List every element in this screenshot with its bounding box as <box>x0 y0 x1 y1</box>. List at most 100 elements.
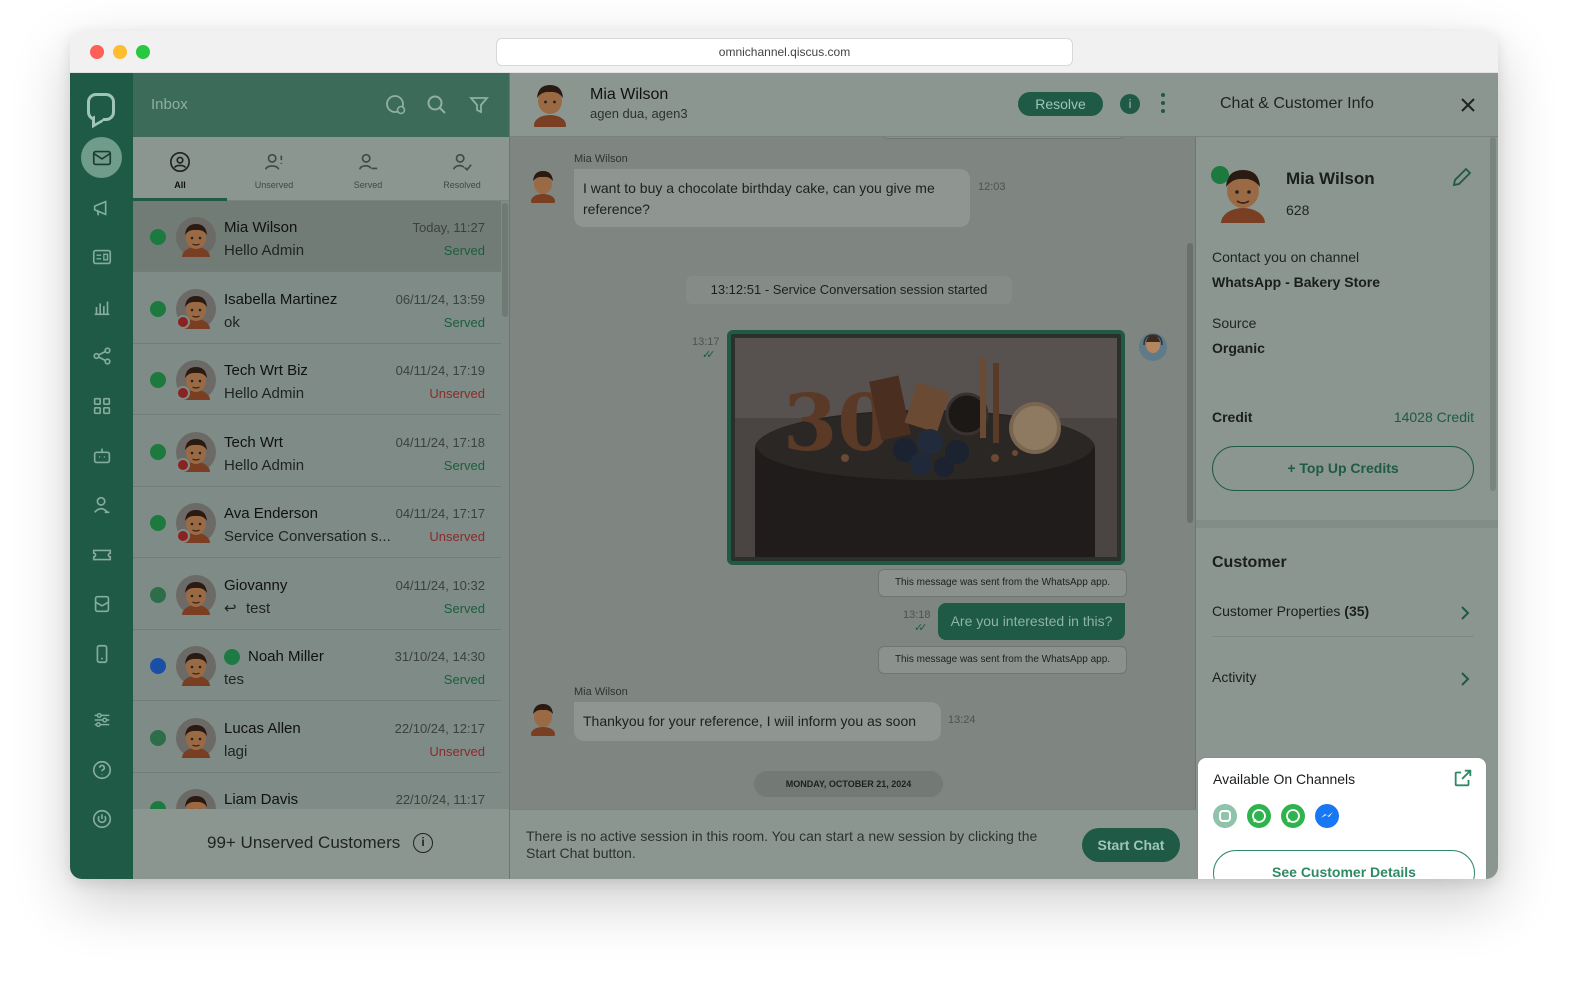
inbox-scrollbar[interactable] <box>502 203 508 317</box>
tab-served[interactable]: Served <box>321 137 415 201</box>
start-chat-button[interactable]: Start Chat <box>1082 828 1180 862</box>
edit-icon[interactable] <box>1450 165 1474 189</box>
conversation-item[interactable]: Tech Wrt Hello Admin 04/11/24, 17:18 Served <box>133 416 501 487</box>
conversation-last-message: Hello Admin <box>224 456 305 474</box>
maximize-window-button[interactable] <box>136 45 150 59</box>
customer-name: Mia Wilson <box>1286 169 1375 188</box>
customer-properties-label: Customer Properties <box>1212 603 1341 619</box>
conversation-status: Served <box>443 243 485 258</box>
customer-properties-link[interactable]: Customer Properties (35) <box>1212 603 1474 637</box>
conversation-time: 06/11/24, 13:59 <box>395 291 485 307</box>
tab-unserved-label: Unserved <box>254 180 294 190</box>
conversation-avatar <box>176 789 216 809</box>
conversation-item[interactable]: Liam Davis 22/10/24, 11:17 <box>133 773 501 809</box>
whatsapp-app-note: This message was sent from the WhatsApp … <box>878 569 1127 597</box>
analytics-icon[interactable] <box>81 286 122 327</box>
user-check-icon <box>452 153 472 172</box>
conversation-avatar <box>176 646 216 686</box>
conversation-last-message: Hello Admin <box>224 242 305 259</box>
agent-status-icon[interactable] <box>384 93 408 117</box>
conversation-time: 22/10/24, 12:17 <box>394 720 485 736</box>
messenger-channel-icon <box>150 658 166 674</box>
tab-resolved[interactable]: Resolved <box>415 137 509 201</box>
conversation-name: Tech Wrt <box>224 433 283 451</box>
inbox-icon[interactable] <box>81 137 122 178</box>
apps-icon[interactable] <box>81 385 122 426</box>
chocolate-cake-photo: 30 <box>735 338 1117 557</box>
conversation-item[interactable]: Giovanny test ↩ 04/11/24, 10:32 Served <box>133 559 501 630</box>
conversation-name: Mia Wilson <box>224 219 298 236</box>
conversation-item[interactable]: Lucas Allen lagi 22/10/24, 12:17 Unserved <box>133 702 501 773</box>
verified-icon <box>224 649 240 665</box>
read-ticks-icon: ✓✓ <box>702 349 716 361</box>
search-icon[interactable] <box>425 93 449 117</box>
info-scrollbar[interactable] <box>1490 137 1496 491</box>
integration-icon[interactable] <box>81 335 122 376</box>
conversation-time: 31/10/24, 14:30 <box>394 649 485 664</box>
power-icon[interactable] <box>81 798 122 839</box>
conversation-last-message: lagi <box>224 742 248 760</box>
app: Inbox All Unserved Served Resolved Mia W… <box>70 73 1498 879</box>
cake-image[interactable]: 30 <box>727 330 1125 565</box>
conversation-item[interactable]: Tech Wrt Biz Hello Admin 04/11/24, 17:19 Un… <box>133 344 501 415</box>
external-link-icon[interactable] <box>1452 767 1474 789</box>
activity-label: Activity <box>1212 669 1257 685</box>
more-options-icon[interactable] <box>1160 91 1166 117</box>
tab-resolved-label: Resolved <box>443 180 481 190</box>
sender-avatar <box>531 704 555 736</box>
info-icon[interactable]: i <box>413 833 433 853</box>
message-sender: Mia Wilson <box>574 686 628 698</box>
inbox-tabs: All Unserved Served Resolved <box>133 137 509 201</box>
minimize-window-button[interactable] <box>113 45 127 59</box>
conversation-time: 04/11/24, 17:17 <box>395 506 485 521</box>
help-icon[interactable] <box>81 749 122 790</box>
mobile-icon[interactable] <box>81 633 122 674</box>
qiscus-logo-icon[interactable] <box>87 93 115 121</box>
qiscus-channel-icon <box>150 729 166 746</box>
outgoing-message-time: 13:18 <box>903 609 931 621</box>
conversation-last-message: ok <box>224 313 240 331</box>
mail-icon[interactable] <box>81 583 122 624</box>
resolve-button[interactable]: Resolve <box>1018 92 1103 116</box>
inbox-header: Inbox <box>133 73 509 137</box>
agent-channel-icon <box>150 586 166 603</box>
settings-icon[interactable] <box>81 699 122 740</box>
agent-icon[interactable] <box>81 484 122 525</box>
ticket-icon[interactable] <box>81 534 122 575</box>
chevron-right-icon <box>1461 672 1470 686</box>
messenger-icon[interactable] <box>1315 804 1339 828</box>
conversation-time: 04/11/24, 17:19 <box>395 363 485 378</box>
nav-rail <box>70 73 133 879</box>
activity-link[interactable]: Activity <box>1212 669 1474 703</box>
tab-unserved[interactable]: Unserved <box>227 137 321 201</box>
chat-info-icon[interactable]: i <box>1120 94 1140 114</box>
close-window-button[interactable] <box>90 45 104 59</box>
address-bar[interactable]: omnichannel.qiscus.com <box>496 38 1073 66</box>
top-up-credits-button[interactable]: + Top Up Credits <box>1212 446 1474 491</box>
incoming-message: Thankyou for your reference, I wiil info… <box>574 702 941 741</box>
whatsapp-icon[interactable] <box>1281 804 1305 828</box>
conversation-item[interactable]: Ava Enderson Service Conversation s... 04/… <box>133 487 501 558</box>
contacts-icon[interactable] <box>81 236 122 277</box>
tab-all[interactable]: All <box>133 137 227 201</box>
filter-icon[interactable] <box>467 93 491 117</box>
whatsapp-icon[interactable] <box>1247 804 1271 828</box>
conversation-avatar <box>176 217 216 257</box>
sender-avatar <box>531 171 555 203</box>
chat-scrollbar[interactable] <box>1187 243 1193 523</box>
qiscus-icon[interactable] <box>1213 804 1237 828</box>
conversation-item[interactable]: Noah Miller tes 31/10/24, 14:30 Served <box>133 630 501 701</box>
conversation-item[interactable]: Isabella Martinez ok 06/11/24, 13:59 Served <box>133 273 501 344</box>
session-started-notice: 13:12:51 - Service Conversation session … <box>686 276 1012 304</box>
conversation-last-message: tes <box>224 671 245 688</box>
conversation-time: Today, 11:27 <box>412 220 485 235</box>
blocked-icon <box>176 314 190 329</box>
conversation-name: Lucas Allen <box>224 719 301 737</box>
close-icon[interactable] <box>1458 95 1478 115</box>
bot-icon[interactable] <box>81 435 122 476</box>
whatsapp-icon <box>1211 166 1229 184</box>
conversation-item[interactable]: Mia Wilson Hello Admin Today, 11:27 Served <box>133 201 501 272</box>
conversation-last-message: Hello Admin <box>224 385 305 402</box>
see-customer-details-button[interactable]: See Customer Details <box>1213 850 1475 879</box>
broadcast-icon[interactable] <box>81 187 122 228</box>
